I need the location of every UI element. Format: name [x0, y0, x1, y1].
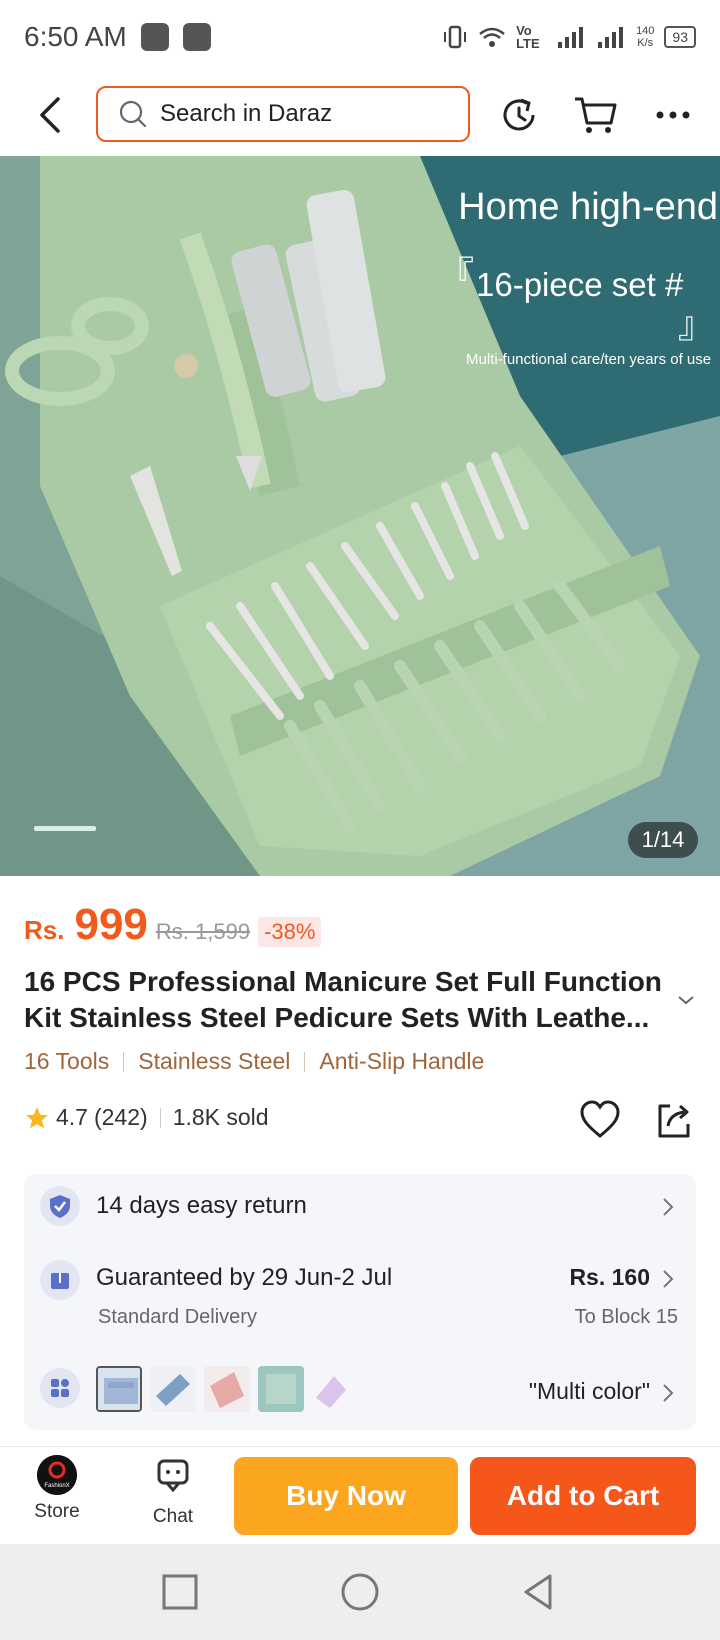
- discount-badge: -38%: [258, 917, 322, 947]
- product-attributes: 16 Tools Stainless Steel Anti-Slip Handl…: [24, 1048, 484, 1075]
- status-time: 6:50 AM: [24, 21, 127, 52]
- attribute-tag: 16 Tools: [24, 1048, 110, 1074]
- product-image-gallery[interactable]: Home high-end 『 16-piece set # 』 Multi-f…: [0, 156, 720, 876]
- image-overlay-note: Multi-functional care/ten years of use: [466, 351, 712, 368]
- image-overlay-subtitle: 16-piece set #: [476, 266, 684, 303]
- notification-icon: [140, 23, 169, 51]
- chat-label: Chat: [152, 1506, 194, 1527]
- chat-button[interactable]: Chat: [136, 1455, 210, 1539]
- more-button[interactable]: [648, 90, 698, 140]
- battery-indicator: 93: [664, 26, 696, 48]
- delivery-type: Standard Delivery: [98, 1306, 257, 1328]
- currency: Rs.: [24, 915, 65, 945]
- top-navigation: Search in Daraz: [0, 80, 720, 150]
- status-bar: 6:50 AM Vo LTE 140 K/s 93: [0, 0, 720, 74]
- variant-thumbnail[interactable]: [258, 1366, 304, 1412]
- system-navigation-bar: [0, 1544, 720, 1640]
- variant-thumbnail[interactable]: [96, 1366, 142, 1412]
- search-placeholder: Search in Daraz: [160, 100, 333, 127]
- delivery-price: Rs. 160: [569, 1264, 650, 1290]
- product-image: [0, 156, 720, 876]
- review-count: (242): [93, 1104, 148, 1130]
- selected-variant: "Multi color": [528, 1378, 650, 1404]
- shield-icon: [40, 1186, 80, 1226]
- divider: [304, 1051, 306, 1072]
- status-indicators: Vo LTE 140 K/s 93: [442, 24, 696, 50]
- store-label: Store: [34, 1501, 80, 1522]
- delivery-row[interactable]: Guaranteed by 29 Jun-2 Jul Standard Deli…: [24, 1246, 696, 1346]
- variant-thumbnail[interactable]: [204, 1366, 250, 1412]
- speed-unit: K/s: [637, 37, 654, 49]
- notification-icon: [182, 23, 211, 51]
- speed-value: 140: [636, 25, 655, 37]
- back-button[interactable]: [30, 92, 70, 138]
- gallery-indicator: [34, 826, 96, 831]
- recent-apps-icon[interactable]: [156, 1568, 204, 1616]
- variant-row[interactable]: "Multi color": [24, 1356, 696, 1424]
- home-icon[interactable]: [336, 1568, 384, 1616]
- original-price: Rs. 1,599: [155, 919, 251, 944]
- search-icon: [119, 100, 147, 128]
- store-logo-icon: FashionX: [37, 1455, 77, 1495]
- share-icon[interactable]: [652, 1098, 696, 1142]
- back-arrow-icon: [40, 97, 60, 133]
- rating-value: 4.7: [56, 1104, 88, 1130]
- search-input[interactable]: Search in Daraz: [96, 86, 470, 142]
- signal-icon: [598, 27, 624, 48]
- vibrate-icon: [444, 25, 467, 49]
- more-icon: [656, 111, 690, 119]
- wishlist-heart-icon[interactable]: [578, 1098, 622, 1142]
- image-overlay-title: Home high-end: [458, 186, 718, 228]
- network-speed: 140 K/s: [636, 25, 654, 49]
- image-counter: 1/14: [628, 822, 698, 858]
- add-to-cart-button[interactable]: Add to Cart: [470, 1457, 696, 1535]
- chevron-right-icon: [663, 1270, 674, 1288]
- product-title[interactable]: 16 PCS Professional Manicure Set Full Fu…: [24, 964, 664, 1036]
- store-button[interactable]: FashionX Store: [20, 1455, 94, 1539]
- star-icon: [26, 1106, 48, 1128]
- divider: [159, 1107, 161, 1128]
- chat-icon: [157, 1459, 189, 1493]
- price-row: Rs. 999 Rs. 1,599 -38%: [24, 900, 322, 950]
- attribute-tag: Stainless Steel: [138, 1048, 291, 1074]
- chevron-down-icon[interactable]: [674, 988, 698, 1012]
- cart-icon: [575, 97, 617, 133]
- history-button[interactable]: [494, 90, 544, 140]
- rating-row[interactable]: 4.7 (242) 1.8K sold: [24, 1104, 269, 1131]
- chevron-right-icon: [663, 1198, 674, 1216]
- wifi-icon: [479, 27, 505, 47]
- package-icon: [40, 1260, 80, 1300]
- divider: [123, 1051, 125, 1072]
- store-logo-text: FashionX: [44, 1483, 69, 1489]
- buy-now-button[interactable]: Buy Now: [234, 1457, 458, 1535]
- variant-thumbnail[interactable]: [150, 1366, 196, 1412]
- grid-icon: [40, 1368, 80, 1408]
- return-policy-row[interactable]: 14 days easy return: [24, 1174, 696, 1238]
- attribute-tag: Anti-Slip Handle: [319, 1048, 485, 1074]
- delivery-destination: To Block 15: [574, 1306, 678, 1328]
- variant-thumbnails: [96, 1366, 358, 1412]
- signal-icon: [558, 27, 584, 48]
- image-overlay-bracket: 』: [678, 304, 715, 345]
- cart-button[interactable]: [570, 90, 620, 140]
- history-icon: [503, 98, 535, 131]
- return-text: 14 days easy return: [96, 1192, 307, 1219]
- chevron-right-icon: [663, 1384, 674, 1402]
- bottom-action-bar: FashionX Store Chat Buy Now Add to Cart: [0, 1446, 720, 1544]
- variant-thumbnail[interactable]: [312, 1366, 358, 1412]
- back-nav-icon[interactable]: [516, 1568, 564, 1616]
- image-overlay-bracket: 『: [438, 254, 475, 295]
- sold-count: 1.8K sold: [172, 1104, 269, 1130]
- network-type: Vo LTE: [516, 23, 540, 51]
- service-info-card: 14 days easy return Guaranteed by 29 Jun…: [24, 1174, 696, 1430]
- current-price: 999: [74, 900, 148, 949]
- delivery-date: Guaranteed by 29 Jun-2 Jul: [96, 1264, 393, 1291]
